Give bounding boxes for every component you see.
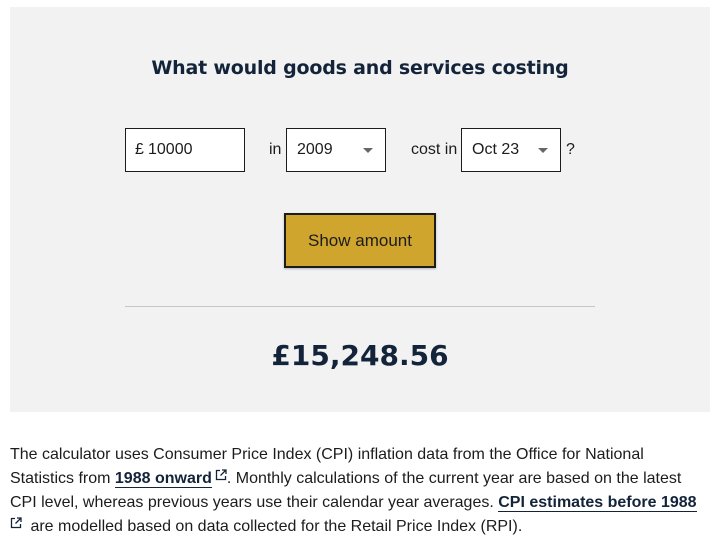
result-amount: £15,248.56 — [271, 339, 449, 372]
calculator-inputs-row: £ 10000 in 2009 cost in Oct 23 ? — [10, 128, 710, 172]
calculator-heading: What would goods and services costing — [151, 57, 569, 79]
year-select[interactable]: 2009 — [286, 128, 386, 172]
show-amount-button[interactable]: Show amount — [284, 213, 436, 268]
month-select[interactable]: Oct 23 — [461, 128, 561, 172]
description-text-3: are modelled based on data collected for… — [26, 518, 523, 535]
external-link-icon[interactable] — [215, 469, 227, 481]
link-cpi-estimates-label: CPI estimates before 1988 — [498, 494, 697, 511]
year-select-value: 2009 — [297, 141, 333, 158]
amount-value: 10000 — [148, 141, 193, 158]
currency-symbol: £ — [135, 141, 144, 158]
caret-down-icon — [363, 148, 373, 153]
calculator-description: The calculator uses Consumer Price Index… — [10, 443, 710, 539]
caret-down-icon — [538, 148, 548, 153]
question-mark: ? — [566, 141, 575, 158]
external-link-icon[interactable] — [10, 517, 22, 529]
in-label: in — [269, 141, 282, 158]
link-1988-onward-label: 1988 onward — [114, 470, 212, 487]
month-select-value: Oct 23 — [472, 141, 520, 158]
amount-input[interactable]: £ 10000 — [125, 128, 245, 172]
link-1988-onward[interactable]: 1988 onward — [114, 470, 212, 488]
link-cpi-estimates[interactable]: CPI estimates before 1988 — [498, 494, 697, 512]
inflation-calculator-panel: What would goods and services costing £ … — [10, 7, 710, 412]
divider — [125, 306, 595, 307]
cost-in-label: cost in — [411, 141, 458, 158]
